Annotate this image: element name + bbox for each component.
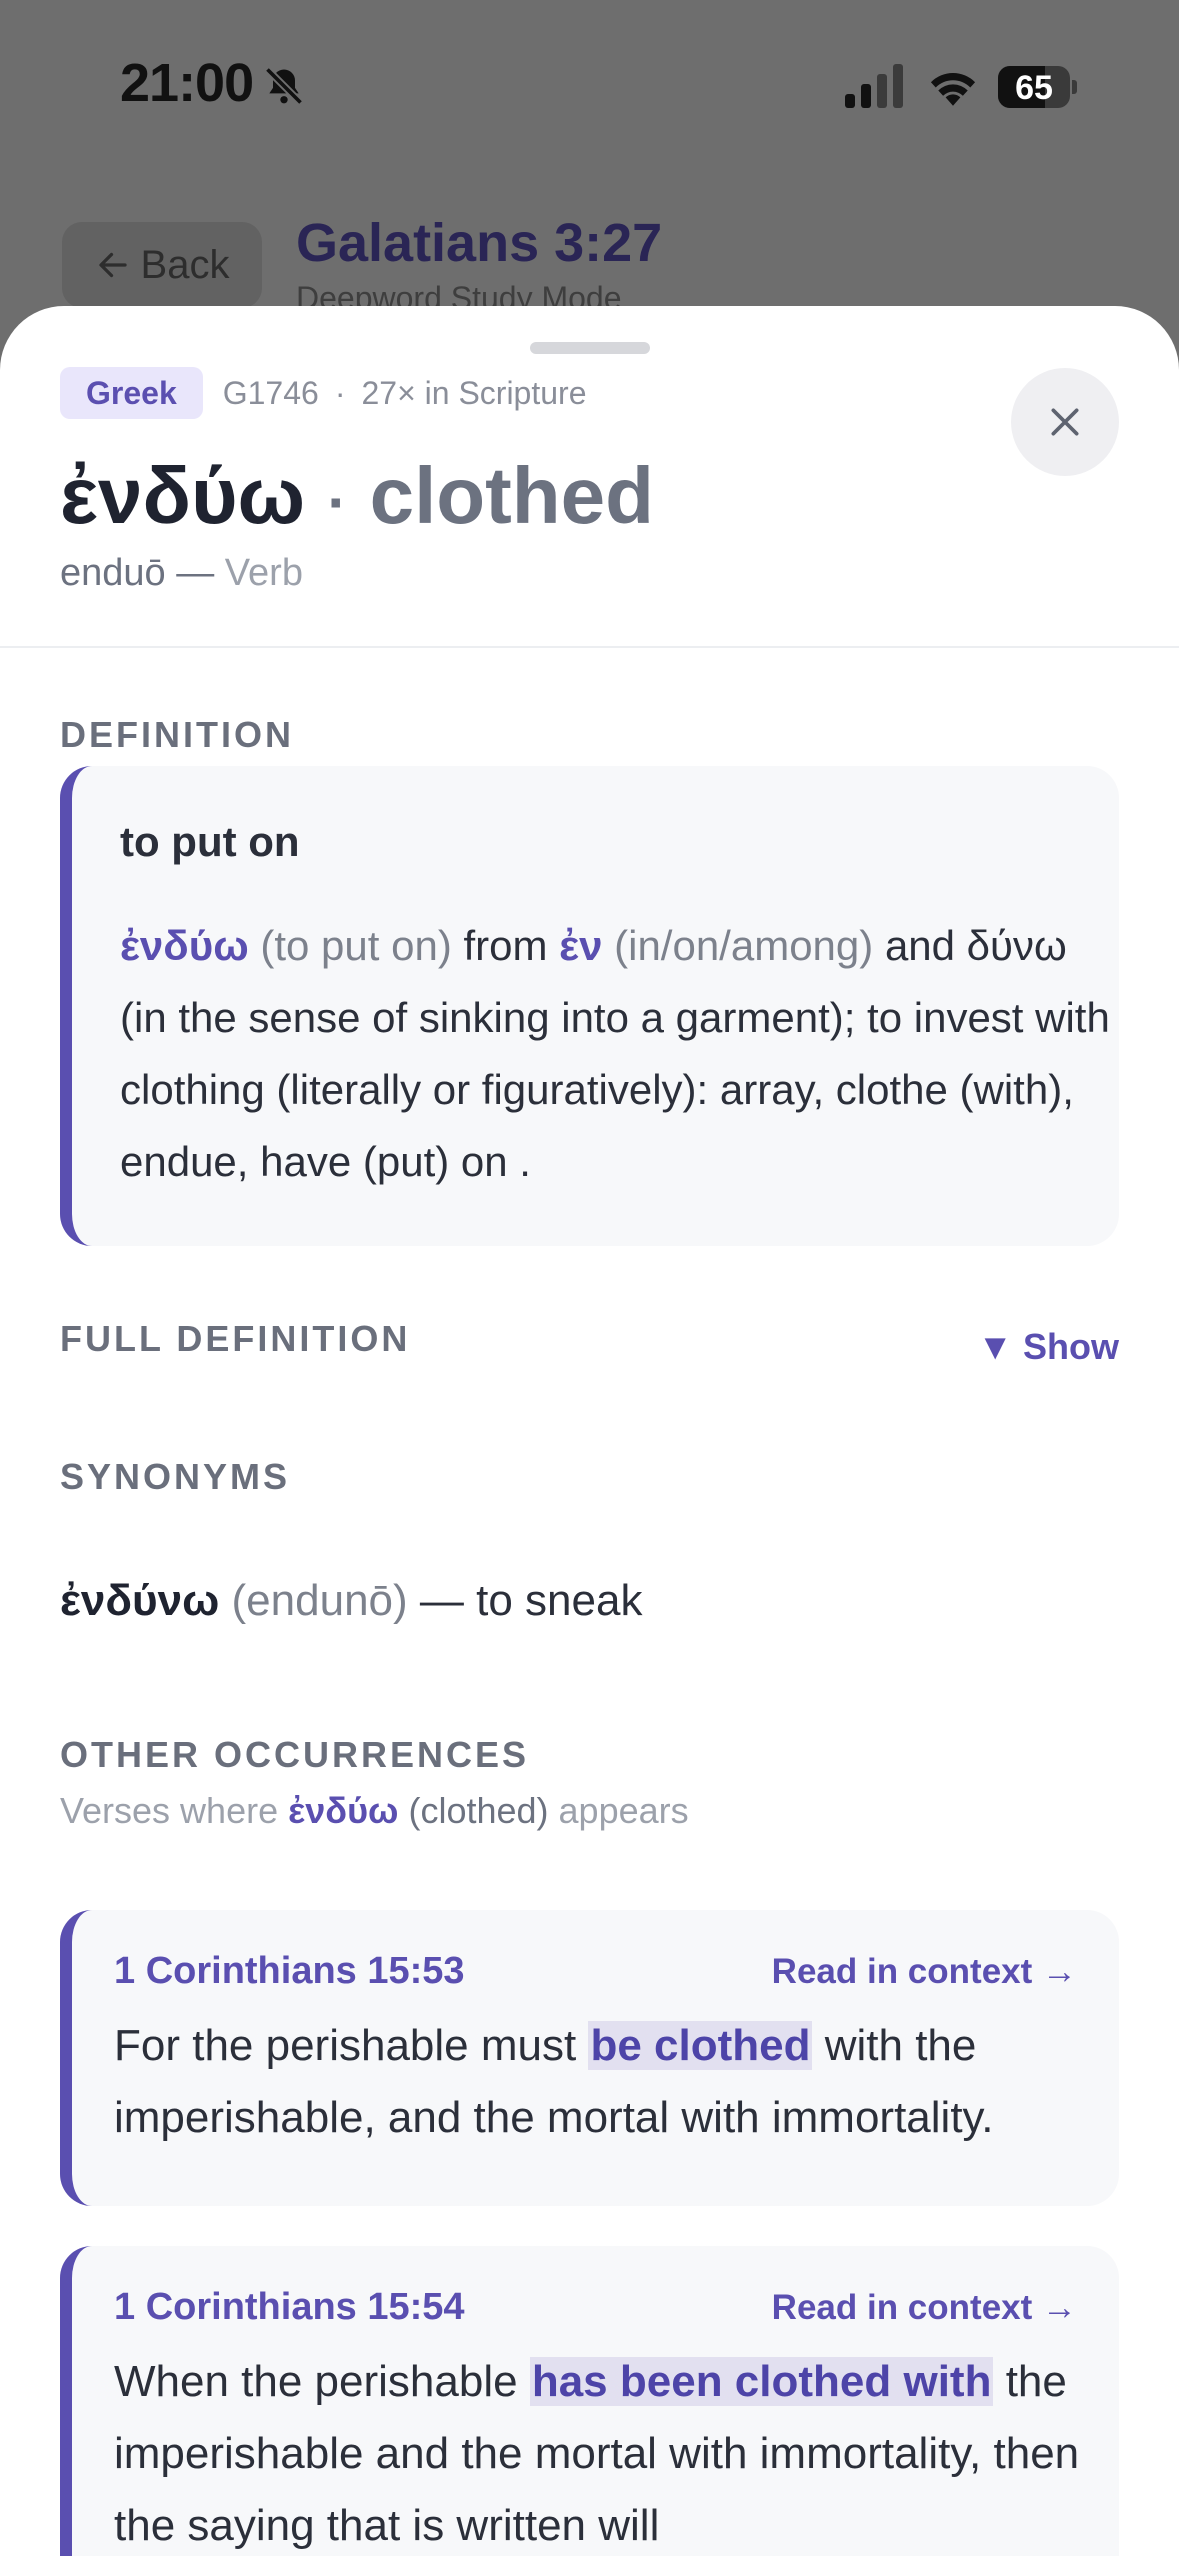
back-button[interactable]: Back bbox=[62, 222, 262, 308]
verse-text: When the perishable has been clothed wit… bbox=[114, 2357, 1080, 2550]
occurrence-count: 27× in Scripture bbox=[361, 374, 587, 411]
synonym-item[interactable]: ἐνδύνω (endunō) — to sneak bbox=[60, 1576, 642, 1626]
headword-greek: ἐνδύω bbox=[60, 451, 306, 540]
synonym-meaning: — to sneak bbox=[419, 1576, 643, 1625]
wifi-icon bbox=[930, 73, 976, 106]
transliteration: enduō — bbox=[60, 552, 215, 594]
synonym-greek: ἐνδύνω bbox=[60, 1576, 220, 1625]
full-definition-label: FULL DEFINITION bbox=[60, 1318, 411, 1359]
bell-muted-icon bbox=[264, 66, 304, 106]
verse-highlight: has been clothed with bbox=[529, 2357, 994, 2406]
verse-reference: 1 Corinthians 15:53 bbox=[114, 1950, 465, 1992]
definition-root-word[interactable]: ἐν bbox=[559, 922, 602, 969]
occurrence-card[interactable]: 1 Corinthians 15:54 Read in context → Wh… bbox=[60, 2246, 1119, 2556]
back-label: Back bbox=[140, 242, 230, 287]
synonym-translit: (endunō) bbox=[231, 1576, 408, 1625]
definition-label: DEFINITION bbox=[60, 714, 294, 755]
status-time: 21:00 bbox=[120, 53, 254, 113]
part-of-speech: Verb bbox=[224, 552, 303, 594]
read-in-context-link[interactable]: Read in context → bbox=[772, 1952, 1077, 1992]
word-study-sheet: Greek G1746 · 27× in Scripture ἐνδύω · c… bbox=[0, 306, 1179, 2556]
battery-indicator: 65 bbox=[998, 66, 1077, 108]
verse-highlight: be clothed bbox=[588, 2021, 813, 2070]
sheet-grabber[interactable] bbox=[530, 342, 650, 354]
occurrences-label: OTHER OCCURRENCES bbox=[60, 1734, 530, 1775]
synonyms-label: SYNONYMS bbox=[60, 1456, 291, 1497]
header-divider bbox=[0, 646, 1179, 648]
word-meta: Greek G1746 · 27× in Scripture bbox=[60, 367, 586, 419]
close-button[interactable] bbox=[1011, 368, 1119, 476]
occurrences-subtitle: Verses where ἐνδύω (clothed) appears bbox=[60, 1790, 689, 1831]
verse-reference: 1 Corinthians 15:54 bbox=[114, 2286, 465, 2328]
meta-separator: · bbox=[334, 374, 346, 411]
cellular-signal-icon bbox=[845, 64, 903, 108]
occurrence-card[interactable]: 1 Corinthians 15:53 Read in context → Fo… bbox=[60, 1910, 1119, 2206]
verse-text: For the perishable must be clothed with … bbox=[114, 2021, 994, 2142]
headword: ἐνδύω · clothed bbox=[60, 446, 654, 553]
read-in-context-link[interactable]: Read in context → bbox=[772, 2288, 1077, 2328]
definition-short: to put on bbox=[120, 818, 300, 865]
definition-word[interactable]: ἐνδύω bbox=[120, 922, 249, 969]
status-bar: 21:00 65 bbox=[0, 0, 1179, 170]
page-title: Galatians 3:27 bbox=[296, 213, 663, 273]
transliteration-row: enduō — Verb bbox=[60, 552, 303, 595]
definition-body: ἐνδύω (to put on) from ἐν (in/on/among) … bbox=[120, 922, 1110, 1185]
headword-separator: · bbox=[327, 469, 348, 536]
full-definition-toggle[interactable]: ▼ Show bbox=[977, 1326, 1119, 1368]
arrow-left-icon bbox=[98, 252, 127, 278]
strongs-number: G1746 bbox=[222, 374, 319, 411]
close-icon bbox=[1051, 408, 1079, 436]
language-badge: Greek bbox=[60, 367, 203, 419]
headword-gloss: clothed bbox=[369, 451, 655, 540]
battery-percent: 65 bbox=[1015, 69, 1053, 107]
definition-card: to put on ἐνδύω (to put on) from ἐν (in/… bbox=[60, 766, 1119, 1246]
